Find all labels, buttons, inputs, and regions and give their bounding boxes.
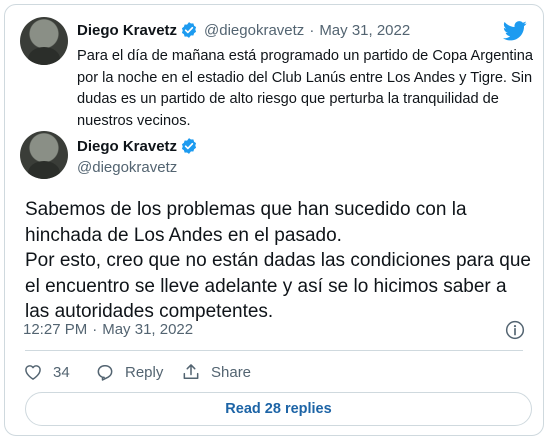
reply-button[interactable]: Reply <box>95 362 163 382</box>
share-icon <box>183 364 199 379</box>
tweet-header: Diego Kravetz <box>77 137 198 155</box>
reply-label: Reply <box>125 363 164 381</box>
divider <box>25 350 523 351</box>
share-label: Share <box>211 363 252 381</box>
avatar[interactable] <box>20 17 68 65</box>
verified-badge-icon <box>181 138 197 154</box>
quoted-author-handle[interactable]: @diegokravetz <box>204 22 304 39</box>
reply-icon <box>97 365 113 381</box>
verified-badge-icon <box>181 22 197 38</box>
tweet-date[interactable]: May 31, 2022 <box>102 321 193 338</box>
read-replies-button[interactable]: Read 28 replies <box>25 392 532 426</box>
tweet-card: Diego Kravetz @diegokravetz · May 31, 20… <box>4 4 544 436</box>
author-name[interactable]: Diego Kravetz <box>77 138 177 155</box>
like-count: 34 <box>53 363 70 381</box>
author-handle[interactable]: @diegokravetz <box>77 159 177 176</box>
dot-separator: · <box>309 21 315 39</box>
quoted-author-name[interactable]: Diego Kravetz <box>77 22 177 39</box>
tweet-text: Sabemos de los problemas que han sucedid… <box>25 199 531 322</box>
tweet-timestamp[interactable]: 12:27 PM · May 31, 2022 <box>23 321 193 338</box>
quoted-header: Diego Kravetz @diegokravetz · May 31, 20… <box>77 21 410 39</box>
quoted-tweet-text: Para el día de mañana está programado un… <box>77 48 533 129</box>
twitter-bird-icon[interactable] <box>503 20 527 42</box>
read-replies-label: Read 28 replies <box>225 401 332 417</box>
dot-separator: · <box>92 321 98 338</box>
tweet-time[interactable]: 12:27 PM <box>23 321 87 338</box>
heart-icon <box>25 365 41 380</box>
avatar[interactable] <box>20 131 68 179</box>
share-button[interactable]: Share <box>181 362 251 382</box>
info-icon[interactable] <box>505 320 525 340</box>
like-button[interactable]: 34 <box>23 362 70 382</box>
quoted-date[interactable]: May 31, 2022 <box>319 22 410 39</box>
